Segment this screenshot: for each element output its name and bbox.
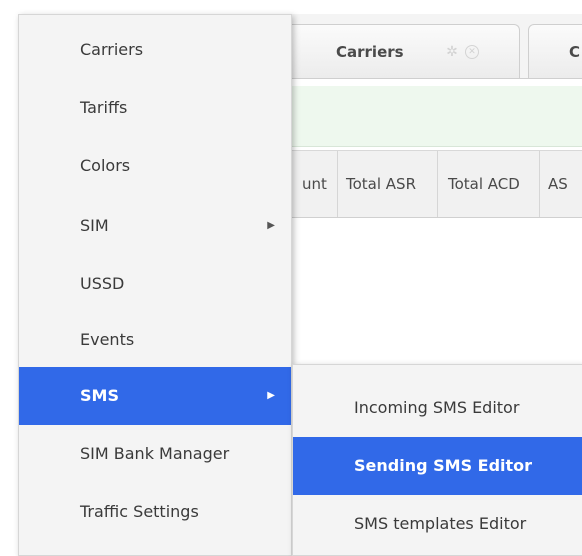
submenu-arrow-icon: ▶ [267,390,275,401]
menu-item-sim-bank-manager[interactable]: SIM Bank Manager [19,425,291,483]
column-header-as[interactable]: AS [540,151,582,217]
menu-item-colors[interactable]: Colors [19,137,291,195]
tab-label: Carriers [336,43,404,61]
submenu-item-sending-sms-editor[interactable]: Sending SMS Editor [293,437,582,495]
tab-carriers[interactable]: Carriers ✲ ✕ [284,24,520,78]
menu-item-carriers[interactable]: Carriers [19,21,291,79]
close-icon[interactable]: ✕ [465,45,479,59]
tab-label: C [569,43,581,61]
main-menu: Carriers Tariffs Colors SIM ▶ USSD Event… [18,14,292,556]
gear-icon[interactable]: ✲ [445,45,459,59]
menu-item-sim[interactable]: SIM ▶ [19,197,291,255]
menu-item-sms[interactable]: SMS ▶ [19,367,291,425]
menu-item-tariffs[interactable]: Tariffs [19,79,291,137]
submenu-item-sms-templates-editor[interactable]: SMS templates Editor [293,495,582,553]
submenu-arrow-icon: ▶ [267,220,275,231]
menu-item-ussd[interactable]: USSD [19,255,291,313]
submenu-item-incoming-sms-editor[interactable]: Incoming SMS Editor [293,379,582,437]
tab-second[interactable]: C [528,24,582,78]
sms-submenu: Incoming SMS Editor Sending SMS Editor S… [292,364,582,556]
column-header-total-asr[interactable]: Total ASR [338,151,438,217]
menu-item-events[interactable]: Events [19,311,291,369]
column-header-total-acd[interactable]: Total ACD [438,151,540,217]
menu-item-traffic-settings[interactable]: Traffic Settings [19,483,291,541]
